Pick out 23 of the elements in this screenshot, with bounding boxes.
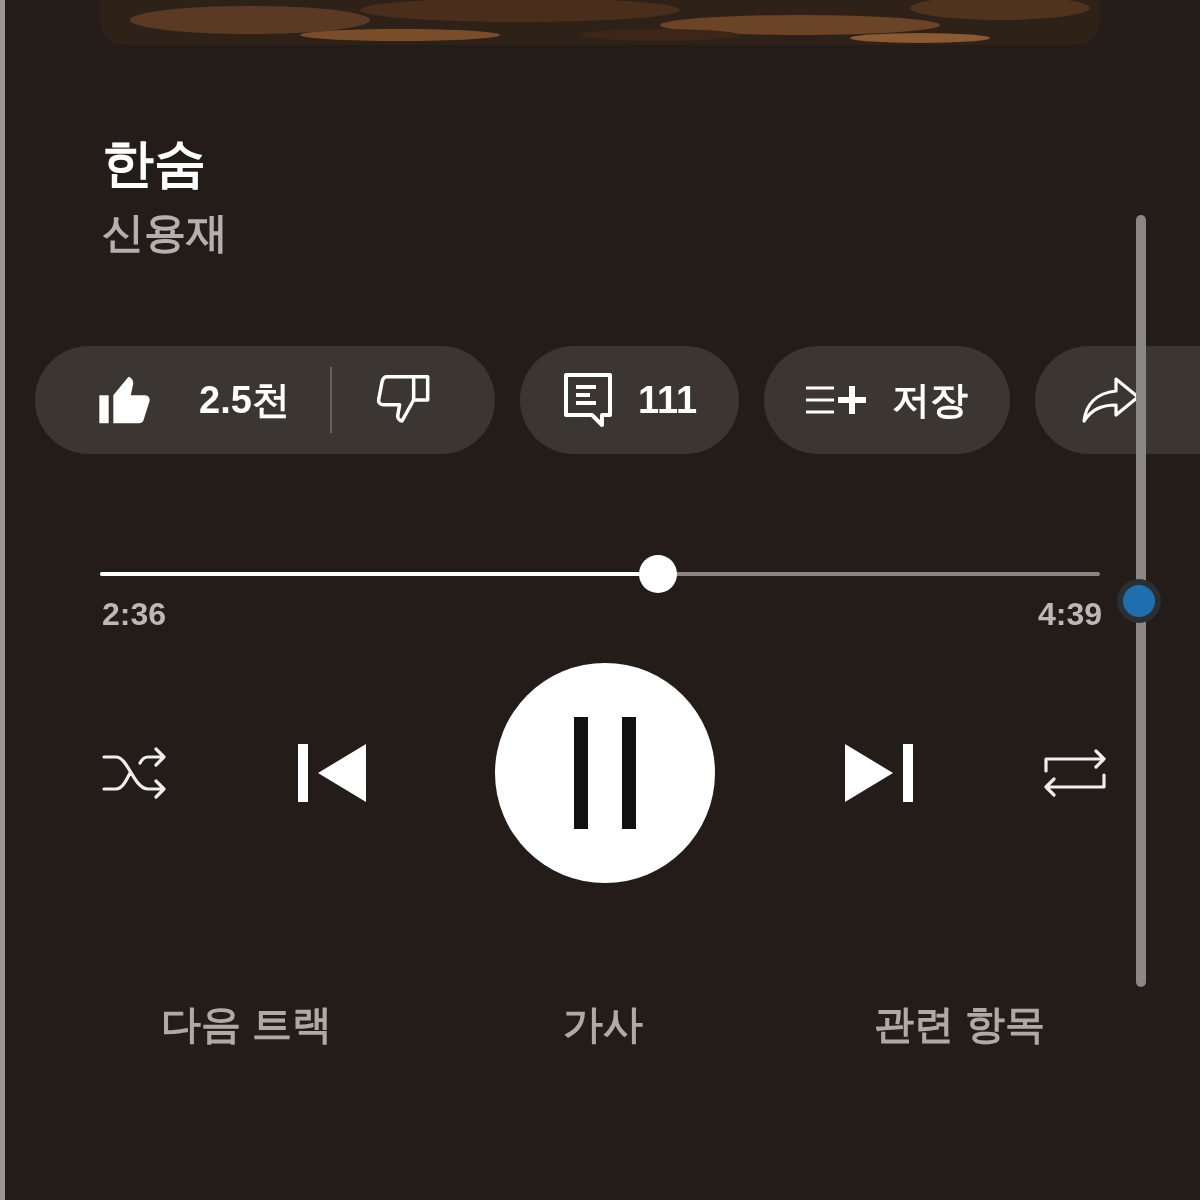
share-button[interactable] xyxy=(1035,346,1200,454)
save-button[interactable]: 저장 xyxy=(764,346,1011,454)
total-duration: 4:39 xyxy=(1037,596,1102,633)
progress-handle[interactable] xyxy=(639,555,677,593)
elapsed-time: 2:36 xyxy=(102,596,167,633)
next-button[interactable] xyxy=(844,744,913,802)
tab[interactable]: 가사 xyxy=(557,993,649,1056)
skip-previous-icon xyxy=(297,744,366,802)
progress-track[interactable] xyxy=(100,554,1100,594)
comment-icon xyxy=(562,371,614,429)
scroll-bar[interactable] xyxy=(1136,215,1146,987)
shuffle-button[interactable] xyxy=(102,747,168,799)
comments-button[interactable]: 111 xyxy=(520,346,740,454)
pause-icon xyxy=(574,717,636,829)
track-title: 한숨 xyxy=(102,133,207,193)
playlist-add-icon xyxy=(806,384,869,416)
artist-name: 신용재 xyxy=(102,208,229,258)
tab[interactable]: 관련 항목 xyxy=(867,993,1051,1056)
like-count: 2.5천 xyxy=(199,377,290,423)
shuffle-icon xyxy=(102,747,168,799)
skip-next-icon xyxy=(844,744,913,802)
previous-button[interactable] xyxy=(297,744,366,802)
tab[interactable]: 다음 트랙 xyxy=(155,993,339,1056)
